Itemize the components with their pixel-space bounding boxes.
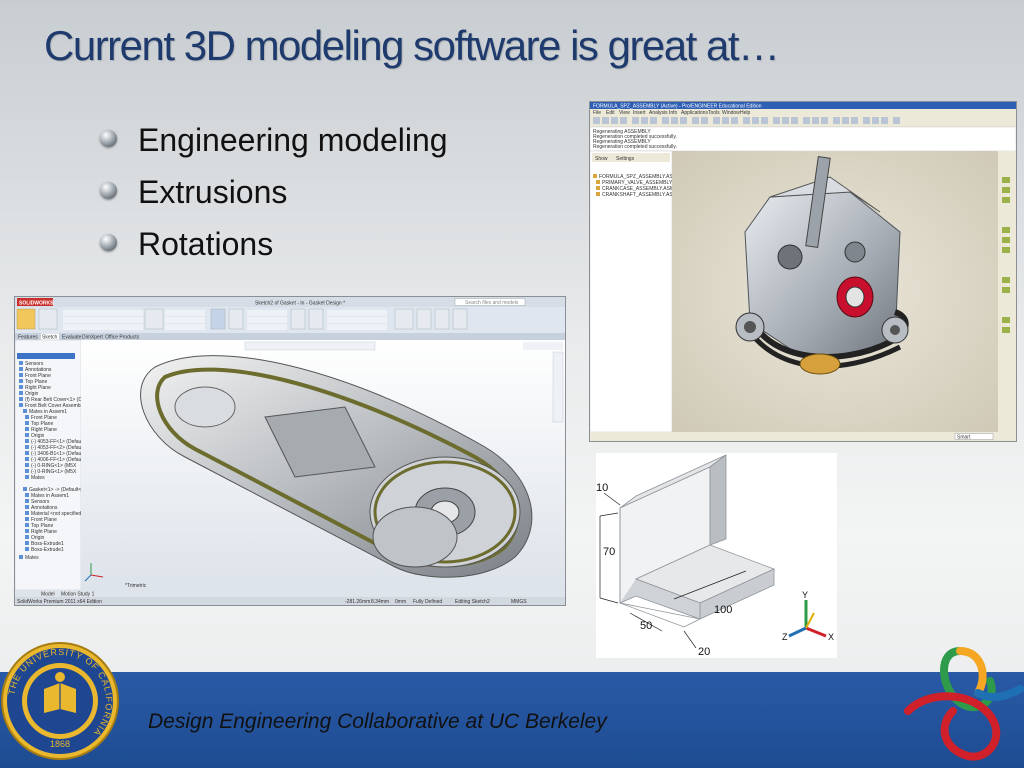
tab-sketch[interactable]: Sketch xyxy=(42,335,58,341)
message-line: Regeneration completed successfully. xyxy=(593,144,677,150)
tree-item[interactable]: Mates xyxy=(25,555,39,561)
bullet-text: Extrusions xyxy=(138,174,288,210)
window-title: FORMULA_SPZ_ASSEMBLY (Active) - Pro/ENGI… xyxy=(593,104,762,110)
dimension-100: 100 xyxy=(714,604,732,616)
bullet-icon xyxy=(100,130,117,147)
panel-tab-show[interactable]: Show xyxy=(595,156,608,162)
bullet-list: Engineering modeling Extrusions Rotation… xyxy=(98,118,448,274)
bullet-item: Extrusions xyxy=(98,170,448,222)
proengineer-window: FORMULA_SPZ_ASSEMBLY (Active) - Pro/ENGI… xyxy=(590,102,1016,441)
tab-model[interactable]: Model xyxy=(41,592,55,598)
status-z: 0mm xyxy=(395,599,406,605)
tab-motion-study[interactable]: Motion Study 1 xyxy=(61,592,95,598)
tab-features[interactable]: Features xyxy=(18,335,38,341)
tab-dimxpert[interactable]: DimXpert xyxy=(82,335,103,341)
uc-seal-logo: THE UNIVERSITY OF CALIFORNIA 1868 xyxy=(1,642,119,760)
dimension-10: 10 xyxy=(596,482,608,494)
view-orientation-label: *Trimetric xyxy=(125,583,147,589)
solidworks-window: SOLIDWORKS Sketch2 of Gasket - In - Gask… xyxy=(15,297,565,605)
bullet-item: Rotations xyxy=(98,222,448,274)
dec-knot-logo xyxy=(904,647,1024,761)
status-editing: Editing Sketch2 xyxy=(455,599,490,605)
axis-y-label: Y xyxy=(802,590,808,600)
app-name: SOLIDWORKS xyxy=(19,301,54,307)
bracket-drawing: 10 70 50 100 20 Y X Z xyxy=(596,453,837,658)
axis-x-label: X xyxy=(828,632,834,642)
bracket-drawing-svg: 10 70 50 100 20 Y X Z xyxy=(596,453,837,658)
proengineer-screenshot: FORMULA_SPZ_ASSEMBLY (Active) - Pro/ENGI… xyxy=(589,101,1017,442)
status-x: -281.26mm xyxy=(345,599,370,605)
footer-text: Design Engineering Collaborative at UC B… xyxy=(148,710,607,733)
window-title: Sketch2 of Gasket - In - Gasket Design * xyxy=(255,301,345,307)
heads-up-toolbar[interactable] xyxy=(244,341,376,351)
status-edition: SolidWorks Premium 2011 x64 Edition xyxy=(17,599,102,605)
bullet-icon xyxy=(100,182,117,199)
model-tree[interactable]: FORMULA_SPZ_ASSEMBLY.ASM PRIMARY_VALVE_A… xyxy=(593,174,684,198)
filter-value: Smart xyxy=(957,435,971,441)
dimension-20: 20 xyxy=(698,646,710,658)
slide-title: Current 3D modeling software is great at… xyxy=(44,22,780,69)
tree-item[interactable]: CRANKSHAFT_ASSEMBLY.ASM xyxy=(602,192,677,198)
seal-star-icon xyxy=(55,672,65,682)
panel-tab-settings[interactable]: Settings xyxy=(616,156,635,162)
status-bar xyxy=(590,432,1016,441)
seal-year: 1868 xyxy=(50,739,70,749)
status-state: Fully Defined xyxy=(413,599,442,605)
bullet-item: Engineering modeling xyxy=(98,118,448,170)
solidworks-screenshot: SOLIDWORKS Sketch2 of Gasket - In - Gask… xyxy=(14,296,566,606)
status-y: 8.34mm xyxy=(371,599,389,605)
tab-evaluate[interactable]: Evaluate xyxy=(62,335,82,341)
bullet-text: Rotations xyxy=(138,226,274,262)
tree-item[interactable]: Boss-Extrude1 xyxy=(31,547,64,553)
task-pane-icons[interactable] xyxy=(552,351,564,423)
search-placeholder: Search files and models xyxy=(465,300,519,306)
ribbon-toolbar[interactable] xyxy=(16,308,468,330)
bullet-text: Engineering modeling xyxy=(138,122,448,158)
tree-item[interactable]: Mates xyxy=(31,475,45,481)
command-tabs[interactable]: Features Sketch Evaluate DimXpert Office… xyxy=(18,333,140,341)
status-units: MMGS xyxy=(511,599,527,605)
bullet-icon xyxy=(100,234,117,251)
tab-office-products[interactable]: Office Products xyxy=(105,335,140,341)
axis-z-label: Z xyxy=(782,632,788,642)
dimension-70: 70 xyxy=(603,546,615,558)
dimension-50: 50 xyxy=(640,620,652,632)
